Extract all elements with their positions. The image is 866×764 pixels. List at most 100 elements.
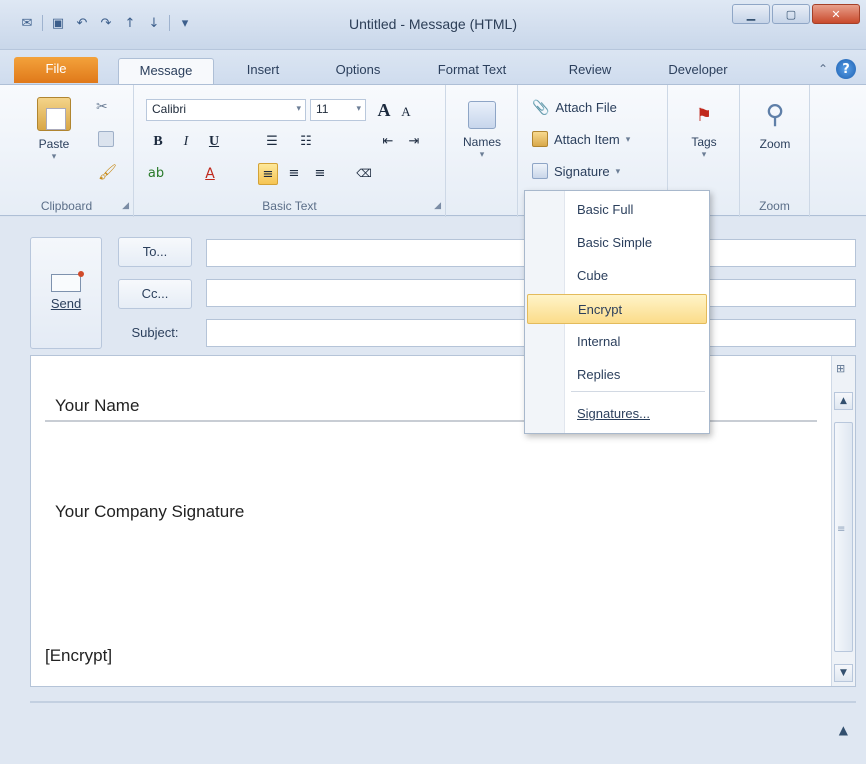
attach-item-icon	[532, 131, 548, 147]
minimize-button[interactable]: ▁	[732, 4, 770, 24]
signature-menu-item[interactable]: Internal	[527, 327, 707, 357]
font-name-combo[interactable]: Calibri ▾	[146, 99, 306, 121]
bullets-icon[interactable]: ☰	[262, 131, 282, 153]
tab-options[interactable]: Options	[318, 58, 398, 84]
send-label: Send	[50, 296, 82, 311]
signature-tag-line: [Encrypt]	[45, 646, 113, 665]
bold-button[interactable]: B	[148, 131, 168, 153]
signature-company-line: Your Company Signature	[55, 502, 245, 521]
font-size-value: 11	[316, 102, 329, 116]
format-painter-icon[interactable]: 🖌	[98, 163, 117, 181]
names-button[interactable]: Names ▾	[456, 101, 508, 160]
clipboard-group: Paste ▾ ✂ 🖌 Clipboard ◢	[0, 85, 134, 217]
tab-insert[interactable]: Insert	[228, 58, 298, 84]
scroll-down-button[interactable]: ▼	[834, 664, 853, 682]
tab-review[interactable]: Review	[552, 58, 628, 84]
address-book-icon	[468, 101, 496, 129]
signature-menu-item[interactable]: Basic Simple	[527, 228, 707, 258]
names-dropdown-icon: ▾	[479, 149, 485, 159]
shrink-font-button[interactable]: A	[396, 101, 416, 123]
cut-icon[interactable]: ✂	[96, 99, 112, 115]
paperclip-icon: 📎	[532, 99, 550, 115]
scroll-up-button[interactable]: ▲	[834, 392, 853, 410]
chevron-down-icon: ▾	[625, 133, 631, 144]
menu-separator	[571, 391, 705, 392]
chevron-down-icon: ▾	[356, 103, 361, 113]
highlight-color-icon[interactable]: ab	[146, 163, 166, 185]
zoom-label: Zoom	[759, 137, 791, 151]
flag-icon: ⚑	[695, 104, 713, 125]
font-name-value: Calibri	[152, 102, 187, 116]
grow-font-button[interactable]: A	[374, 99, 394, 121]
subject-label: Subject:	[131, 325, 179, 340]
numbering-icon[interactable]: ☷	[296, 131, 316, 153]
signature-menu-item-highlighted[interactable]: Encrypt	[527, 294, 707, 324]
help-icon[interactable]: ?	[836, 59, 856, 79]
magnifier-icon: ⚲	[765, 98, 785, 129]
zoom-group: ⚲ Zoom Zoom	[740, 85, 810, 217]
tags-button[interactable]: ⚑ Tags ▾	[678, 101, 730, 160]
names-group: Names ▾	[446, 85, 518, 217]
signature-menu-item[interactable]: Replies	[527, 360, 707, 390]
scroll-grip-icon: ≡	[837, 524, 846, 535]
clipboard-launcher-icon[interactable]: ◢	[122, 201, 129, 211]
tab-file[interactable]: File	[14, 57, 98, 83]
title-bar: ✉ ▣ ↶ ↷ ↑ ↓ ▾ Untitled - Message (HTML) …	[0, 0, 866, 50]
tags-label: Tags	[691, 135, 717, 149]
tags-dropdown-icon: ▾	[701, 149, 707, 159]
chevron-down-icon: ▾	[296, 103, 301, 113]
paste-icon	[37, 97, 71, 131]
signature-button[interactable]: Signature ▾	[532, 163, 620, 179]
underline-button[interactable]: U	[204, 131, 224, 153]
message-body[interactable]: Your Name Your Company Signature [Encryp…	[30, 355, 856, 687]
send-button[interactable]: Send	[30, 237, 102, 349]
signature-icon	[532, 163, 548, 179]
tab-format-text[interactable]: Format Text	[420, 58, 524, 84]
align-left-icon[interactable]: ≡	[258, 163, 278, 185]
increase-indent-icon[interactable]: ⇥	[404, 131, 424, 153]
ribbon-controls: ⌃ ?	[818, 59, 856, 79]
signature-label: Signature	[554, 163, 610, 179]
basic-text-launcher-icon[interactable]: ◢	[434, 201, 441, 211]
signature-name-line: Your Name	[55, 396, 140, 415]
view-ruler-icon[interactable]: ⊞	[836, 362, 850, 376]
paste-label: Paste	[38, 137, 70, 151]
paste-dropdown-icon: ▾	[51, 151, 57, 161]
italic-button[interactable]: I	[176, 131, 196, 153]
expand-people-pane-icon[interactable]: ▲	[839, 723, 848, 737]
status-divider	[30, 701, 856, 703]
signature-menu-item[interactable]: Basic Full	[527, 195, 707, 225]
basic-text-group: Calibri ▾ 11 ▾ A A B I U ☰ ☷ ⇤ ⇥ ab A ≡ …	[134, 85, 446, 217]
attach-file-button[interactable]: 📎 Attach File	[532, 99, 617, 116]
paste-button[interactable]: Paste ▾	[32, 97, 76, 162]
to-button[interactable]: To...	[118, 237, 192, 267]
attach-item-button[interactable]: Attach Item ▾	[532, 131, 630, 147]
send-envelope-icon	[51, 271, 84, 292]
tab-developer[interactable]: Developer	[648, 58, 748, 84]
zoom-group-label: Zoom	[759, 199, 790, 213]
font-color-icon[interactable]: A	[200, 163, 220, 185]
zoom-button[interactable]: ⚲ Zoom	[748, 97, 802, 152]
clipboard-group-label: Clipboard	[40, 199, 93, 213]
attach-file-label: Attach File	[555, 100, 617, 115]
vertical-scrollbar[interactable]: ⊞ ▲ ≡ ▼	[831, 356, 855, 686]
copy-icon[interactable]	[98, 131, 114, 147]
decrease-indent-icon[interactable]: ⇤	[378, 131, 398, 153]
maximize-button[interactable]: ▢	[772, 4, 810, 24]
align-center-icon[interactable]: ≡	[284, 163, 304, 185]
manage-signatures-item[interactable]: Signatures...	[527, 399, 707, 429]
signature-menu-item[interactable]: Cube	[527, 261, 707, 291]
basic-text-group-label: Basic Text	[262, 199, 317, 213]
align-right-icon[interactable]: ≡	[310, 163, 330, 185]
scroll-thumb[interactable]	[834, 422, 853, 652]
cc-button[interactable]: Cc...	[118, 279, 192, 309]
font-size-combo[interactable]: 11 ▾	[310, 99, 366, 121]
close-button[interactable]: ✕	[812, 4, 860, 24]
clear-formatting-icon[interactable]: ⌫	[354, 163, 374, 185]
compose-area: Send To... Cc... Subject: Your Name Your…	[0, 217, 866, 764]
attach-item-label: Attach Item	[554, 131, 620, 147]
window-controls: ▁ ▢ ✕	[732, 4, 860, 24]
names-label: Names	[462, 135, 501, 149]
minimize-ribbon-icon[interactable]: ⌃	[818, 62, 828, 76]
tab-message[interactable]: Message	[118, 58, 214, 84]
